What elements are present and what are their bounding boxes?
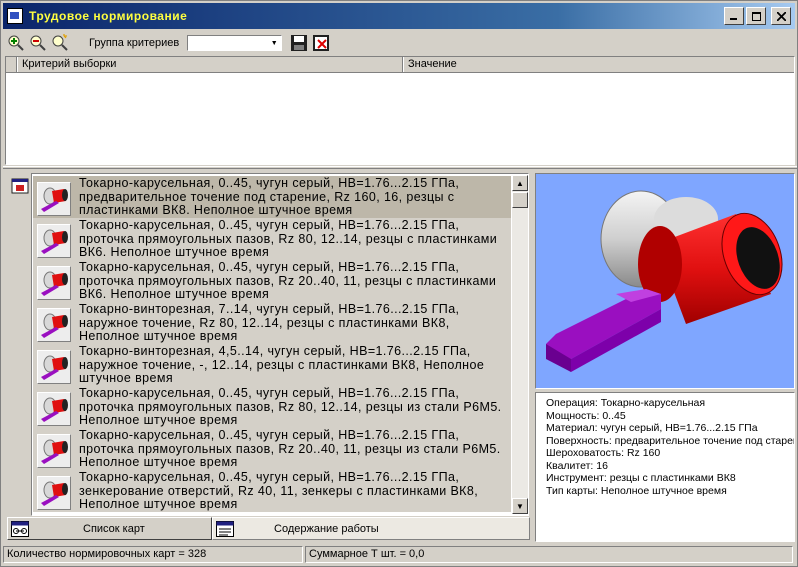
criteria-table: Критерий выборки Значение (5, 56, 795, 165)
criteria-group-label: Группа критериев (89, 37, 180, 49)
card-description: Токарно-винторезная, 4,5..14, чугун серы… (79, 344, 485, 385)
cards-list-icon (11, 520, 29, 538)
tab-work-content[interactable]: Содержание работы (212, 517, 530, 540)
tab-work-content-label: Содержание работы (274, 522, 379, 535)
maximize-button[interactable] (746, 7, 766, 25)
status-total-time: Суммарное Т шт. = 0,0 (305, 546, 793, 563)
scroll-up-button[interactable]: ▲ (512, 175, 528, 191)
turning-operation-icon (37, 392, 71, 426)
work-content-icon (216, 520, 234, 538)
status-cards-count: Количество нормировочных карт = 328 (3, 546, 303, 563)
floppy-disk-icon (291, 35, 308, 51)
column-header-criterion[interactable]: Критерий выборки (17, 57, 403, 72)
card-list-item[interactable]: Токарно-карусельная, 0..45, чугун серый,… (33, 260, 511, 303)
row-indicator-header (6, 57, 17, 72)
card-details: Операция: Токарно-карусельная Мощность: … (535, 392, 795, 542)
chevron-down-icon[interactable]: ▼ (268, 37, 280, 49)
cards-scrollbar[interactable]: ▲ ▼ (512, 175, 528, 514)
card-list-item[interactable]: Токарно-карусельная, 0..45, чугун серый,… (33, 470, 511, 513)
window-title: Трудовое нормирование (29, 9, 188, 23)
turning-operation-icon (37, 224, 71, 258)
arrow-down-icon: ▼ (516, 501, 524, 511)
card-description: Токарно-карусельная, 0..45, чугун серый,… (79, 176, 460, 217)
turning-operation-icon (37, 182, 71, 216)
card-list-item[interactable]: Токарно-карусельная, 0..45, чугун серый,… (33, 428, 511, 471)
zoom-plus-icon (8, 35, 24, 51)
part-3d-preview (535, 173, 795, 389)
maximize-icon (751, 11, 761, 21)
app-icon (7, 8, 23, 24)
turning-operation-icon (37, 476, 71, 510)
turning-part-illustration (546, 190, 783, 372)
card-list-item[interactable]: Токарно-винторезная, 4,5..14, чугун серы… (33, 344, 511, 387)
detail-material: Материал: чугун серый, НВ=1.76...2.15 ГП… (546, 422, 758, 434)
window-controls (724, 7, 791, 25)
zoom-minus-icon (30, 35, 46, 51)
delete-document-icon (313, 35, 330, 51)
detail-power: Мощность: 0..45 (546, 409, 626, 422)
turning-operation-icon (37, 434, 71, 468)
card-list-item[interactable]: Токарно-винторезная, 7..14, чугун серый,… (33, 302, 511, 345)
scroll-thumb[interactable] (512, 192, 528, 208)
bottom-tabs: Список карт Содержание работы (7, 517, 531, 541)
detail-card-type: Тип карты: Неполное штучное время (546, 484, 727, 497)
card-list-item[interactable]: Токарно-карусельная, 0..45, чугун серый,… (33, 176, 511, 219)
search-button[interactable] (51, 34, 69, 52)
card-description: Токарно-карусельная, 0..45, чугун серый,… (79, 470, 479, 511)
minimize-button[interactable] (724, 7, 744, 25)
card-description: Токарно-карусельная, 0..45, чугун серый,… (79, 218, 498, 259)
main-window: Трудовое нормирование Группа критериев ▼… (0, 0, 798, 567)
turning-operation-icon (37, 350, 71, 384)
column-header-value[interactable]: Значение (403, 57, 794, 72)
detail-quality: Квалитет: 16 (546, 459, 608, 472)
card-description: Токарно-винторезная, 7..14, чугун серый,… (79, 302, 460, 343)
remove-criterion-button[interactable] (29, 34, 47, 52)
detail-operation: Операция: Токарно-карусельная (546, 397, 706, 409)
tab-cards-list-label: Список карт (83, 522, 145, 535)
cards-list: Токарно-карусельная, 0..45, чугун серый,… (31, 173, 529, 516)
turning-operation-icon (37, 308, 71, 342)
search-wand-icon (52, 34, 68, 51)
detail-roughness: Шероховатость: Rz 160 (546, 447, 661, 459)
criteria-table-header: Критерий выборки Значение (6, 57, 794, 73)
card-description: Токарно-карусельная, 0..45, чугун серый,… (79, 428, 501, 469)
tab-cards-list[interactable]: Список карт (7, 517, 212, 540)
add-criterion-button[interactable] (7, 34, 25, 52)
toolbar: Группа критериев ▼ (3, 31, 795, 55)
status-bar: Количество нормировочных карт = 328 Сумм… (3, 546, 797, 565)
minimize-icon (730, 18, 737, 20)
scroll-down-button[interactable]: ▼ (512, 498, 528, 514)
criteria-group-select[interactable]: ▼ (187, 35, 283, 51)
save-group-button[interactable] (290, 34, 308, 52)
arrow-up-icon: ▲ (516, 178, 524, 188)
card-list-item[interactable]: Токарно-карусельная, 0..45, чугун серый,… (33, 218, 511, 261)
export-card-button[interactable] (9, 175, 31, 197)
horizontal-splitter[interactable] (3, 166, 797, 169)
close-icon (776, 11, 786, 21)
delete-group-button[interactable] (312, 34, 330, 52)
detail-tool: Инструмент: резцы с пластинками ВК8 (546, 472, 736, 484)
card-description: Токарно-карусельная, 0..45, чугун серый,… (79, 386, 502, 427)
close-button[interactable] (771, 7, 791, 25)
title-bar[interactable]: Трудовое нормирование (3, 3, 795, 29)
card-export-icon (11, 178, 29, 194)
card-description: Токарно-карусельная, 0..45, чугун серый,… (79, 260, 497, 301)
card-list-item[interactable]: Токарно-карусельная, 0..45, чугун серый,… (33, 386, 511, 429)
detail-surface: Поверхность: предварительное точение под… (546, 434, 795, 447)
turning-operation-icon (37, 266, 71, 300)
